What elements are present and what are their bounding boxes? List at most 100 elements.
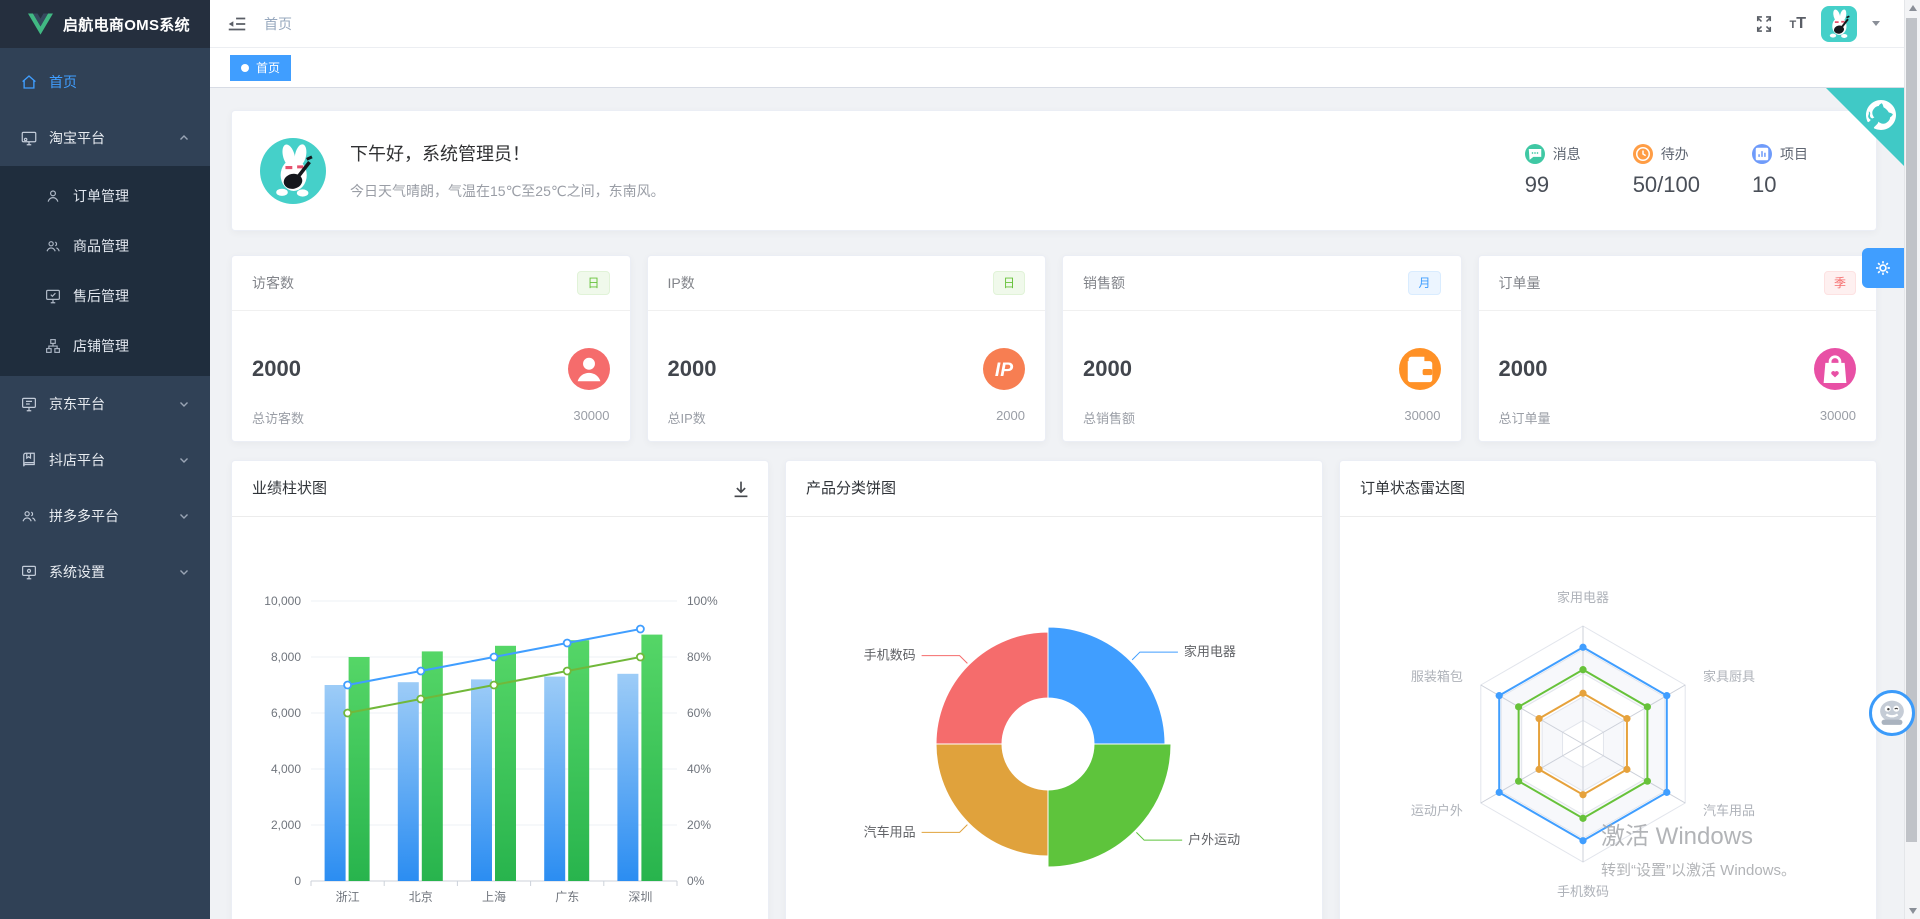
svg-text:20%: 20% bbox=[687, 818, 711, 832]
svg-text:汽车用品: 汽车用品 bbox=[1703, 803, 1755, 818]
sidebar-menu: 首页淘宝平台订单管理商品管理售后管理店铺管理京东平台抖店平台拼多多平台系统设置 bbox=[0, 48, 210, 600]
sidebar-subitem-label: 店铺管理 bbox=[73, 336, 210, 356]
github-corner-ribbon[interactable] bbox=[1826, 88, 1904, 166]
vertical-scrollbar bbox=[1904, 0, 1920, 919]
welcome-stat-label: 项目 bbox=[1780, 144, 1808, 164]
sidebar-item-label: 首页 bbox=[49, 72, 190, 92]
customer-service-widget[interactable] bbox=[1869, 690, 1915, 736]
radar-chart-card: 订单状态雷达图 家用电器家具厨具汽车用品手机数码运动户外服装箱包 bbox=[1339, 460, 1877, 919]
sidebar: 启航电商OMS系统 首页淘宝平台订单管理商品管理售后管理店铺管理京东平台抖店平台… bbox=[0, 0, 210, 919]
chevron-down-icon bbox=[178, 398, 190, 410]
sidebar-subitem-1-3[interactable]: 店铺管理 bbox=[0, 321, 210, 371]
sidebar-subitem-label: 商品管理 bbox=[73, 236, 210, 256]
stat-card-badge: 日 bbox=[577, 271, 609, 295]
user-menu-caret-icon[interactable] bbox=[1872, 21, 1880, 26]
wallet-icon bbox=[1399, 348, 1441, 390]
welcome-avatar bbox=[260, 138, 326, 204]
sidebar-subitem-1-2[interactable]: 售后管理 bbox=[0, 271, 210, 321]
fullscreen-icon[interactable] bbox=[1754, 14, 1774, 34]
aftersale-manage-icon bbox=[44, 287, 62, 305]
svg-text:服装箱包: 服装箱包 bbox=[1411, 669, 1463, 684]
stat-card-footer-label: 总访客数 bbox=[252, 408, 304, 427]
theme-settings-button[interactable] bbox=[1862, 248, 1904, 288]
download-icon[interactable] bbox=[730, 478, 752, 500]
chart-cards-row: 业绩柱状图 00%2,00020%4,00040%6,00060%8,00080… bbox=[231, 460, 1877, 919]
stat-card-footer-label: 总IP数 bbox=[668, 408, 706, 427]
pie-chart: 家用电器户外运动汽车用品手机数码 bbox=[786, 518, 1324, 918]
system-settings-icon bbox=[20, 563, 38, 581]
stat-card-badge: 月 bbox=[1408, 271, 1440, 295]
stat-card-title: 订单量 bbox=[1499, 273, 1541, 293]
svg-text:6,000: 6,000 bbox=[271, 706, 301, 720]
svg-text:0: 0 bbox=[294, 874, 301, 888]
sidebar-item-0[interactable]: 首页 bbox=[0, 54, 210, 110]
stat-card-title: 访客数 bbox=[252, 273, 294, 293]
sidebar-item-3[interactable]: 抖店平台 bbox=[0, 432, 210, 488]
stat-card-footer-value: 30000 bbox=[1820, 408, 1856, 427]
sidebar-item-1[interactable]: 淘宝平台 bbox=[0, 110, 210, 166]
svg-text:4,000: 4,000 bbox=[271, 762, 301, 776]
svg-text:100%: 100% bbox=[687, 594, 718, 608]
pie-chart-card: 产品分类饼图 家用电器户外运动汽车用品手机数码 bbox=[785, 460, 1323, 919]
stat-card-value: 2000 bbox=[1083, 356, 1132, 382]
sidebar-item-2[interactable]: 京东平台 bbox=[0, 376, 210, 432]
sidebar-item-5[interactable]: 系统设置 bbox=[0, 544, 210, 600]
scrollbar-down-arrow[interactable] bbox=[1909, 908, 1917, 914]
scrollbar-up-arrow[interactable] bbox=[1909, 5, 1917, 11]
sidebar-subitem-label: 订单管理 bbox=[73, 186, 210, 206]
welcome-stat-2: 项目10 bbox=[1752, 144, 1808, 198]
tag-active-dot bbox=[241, 64, 249, 72]
home-icon bbox=[20, 73, 38, 91]
app-title: 启航电商OMS系统 bbox=[63, 14, 190, 35]
sidebar-fold-icon[interactable] bbox=[226, 13, 248, 35]
sidebar-item-label: 淘宝平台 bbox=[49, 128, 178, 148]
svg-text:手机数码: 手机数码 bbox=[864, 648, 916, 663]
svg-text:家用电器: 家用电器 bbox=[1557, 590, 1609, 605]
sidebar-item-label: 京东平台 bbox=[49, 394, 178, 414]
stat-card-2: 销售额月2000总销售额30000 bbox=[1062, 255, 1462, 442]
vue-logo-icon bbox=[28, 13, 53, 35]
stat-card-value: 2000 bbox=[668, 356, 717, 382]
stat-card-title: 销售额 bbox=[1083, 273, 1125, 293]
stat-card-1: IP数日2000IP总IP数2000 bbox=[647, 255, 1047, 442]
user-avatar[interactable] bbox=[1821, 6, 1857, 42]
chevron-down-icon bbox=[178, 510, 190, 522]
welcome-card: 下午好，系统管理员！ 今日天气晴朗，气温在15℃至25℃之间，东南风。 消息99… bbox=[231, 110, 1877, 231]
stat-card-title: IP数 bbox=[668, 273, 695, 293]
svg-text:2,000: 2,000 bbox=[271, 818, 301, 832]
bag-icon bbox=[1814, 348, 1856, 390]
font-size-icon[interactable]: TT bbox=[1789, 15, 1806, 33]
bar-chart-title: 业绩柱状图 bbox=[232, 461, 768, 517]
svg-text:60%: 60% bbox=[687, 706, 711, 720]
welcome-stat-value: 99 bbox=[1525, 172, 1549, 197]
logo-bar: 启航电商OMS系统 bbox=[0, 0, 210, 48]
svg-text:手机数码: 手机数码 bbox=[1557, 884, 1609, 899]
svg-text:10,000: 10,000 bbox=[264, 594, 301, 608]
sidebar-subitem-1-1[interactable]: 商品管理 bbox=[0, 221, 210, 271]
svg-text:家用电器: 家用电器 bbox=[1184, 644, 1236, 659]
robot-icon bbox=[1873, 694, 1911, 732]
sidebar-item-label: 系统设置 bbox=[49, 562, 178, 582]
welcome-stat-1: 待办50/100 bbox=[1633, 144, 1700, 198]
welcome-stat-label: 待办 bbox=[1661, 144, 1689, 164]
github-icon bbox=[1860, 94, 1902, 136]
svg-text:深圳: 深圳 bbox=[628, 890, 652, 904]
breadcrumb[interactable]: 首页 bbox=[264, 14, 292, 34]
svg-text:家具厨具: 家具厨具 bbox=[1703, 669, 1755, 684]
sidebar-item-label: 抖店平台 bbox=[49, 450, 178, 470]
pdd-platform-icon bbox=[20, 507, 38, 525]
welcome-stat-label: 消息 bbox=[1553, 144, 1581, 164]
gear-icon bbox=[1872, 257, 1894, 279]
stat-card-badge: 季 bbox=[1824, 271, 1856, 295]
svg-text:浙江: 浙江 bbox=[336, 890, 360, 904]
sidebar-subitem-1-0[interactable]: 订单管理 bbox=[0, 171, 210, 221]
welcome-stat-value: 10 bbox=[1752, 172, 1776, 197]
visitor-icon bbox=[568, 348, 610, 390]
order-manage-icon bbox=[44, 187, 62, 205]
sidebar-item-label: 拼多多平台 bbox=[49, 506, 178, 526]
douyin-platform-icon bbox=[20, 451, 38, 469]
sidebar-item-4[interactable]: 拼多多平台 bbox=[0, 488, 210, 544]
tag-item-0[interactable]: 首页 bbox=[230, 55, 291, 81]
pie-chart-title: 产品分类饼图 bbox=[786, 461, 1322, 517]
project-icon bbox=[1752, 144, 1772, 164]
